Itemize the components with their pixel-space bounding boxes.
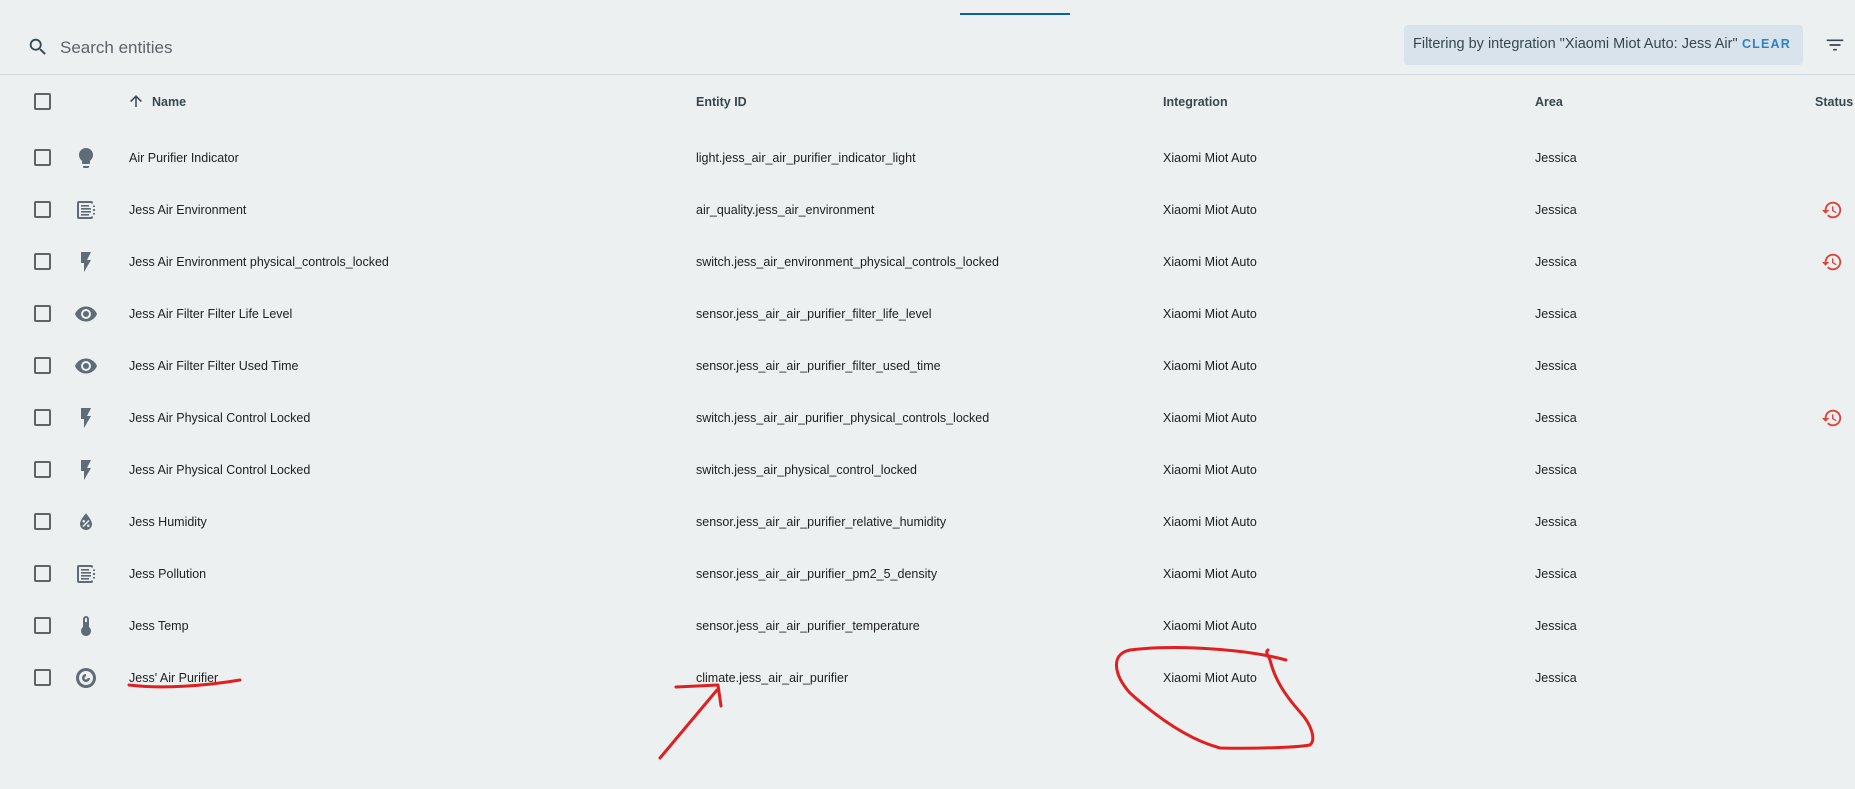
entity-id: switch.jess_air_physical_control_locked [696, 463, 917, 477]
entity-name: Jess Air Environment physical_controls_l… [129, 255, 389, 269]
entity-id: sensor.jess_air_air_purifier_pm2_5_densi… [696, 567, 938, 581]
eye-icon [75, 358, 97, 374]
clear-filter-button[interactable]: CLEAR [1742, 37, 1791, 51]
entity-integration: Xiaomi Miot Auto [1163, 359, 1257, 373]
entity-area: Jessica [1535, 255, 1577, 269]
table-row[interactable]: Jess Air Physical Control Locked switch.j… [0, 392, 1855, 444]
entity-integration: Xiaomi Miot Auto [1163, 671, 1257, 685]
entity-id: sensor.jess_air_air_purifier_temperature [696, 619, 920, 633]
flash-icon [81, 408, 91, 428]
column-header-status[interactable]: Status [1815, 95, 1853, 109]
entity-name: Jess Temp [129, 619, 189, 633]
row-checkbox[interactable] [34, 669, 51, 686]
row-checkbox[interactable] [34, 409, 51, 426]
entity-area: Jessica [1535, 307, 1577, 321]
table-row[interactable]: Jess Air Filter Filter Life Level sensor.… [0, 288, 1855, 340]
entity-area: Jessica [1535, 671, 1577, 685]
table-row[interactable]: Jess Air Environment air_quality.jess_air… [0, 184, 1855, 236]
entity-integration: Xiaomi Miot Auto [1163, 151, 1257, 165]
entity-id: sensor.jess_air_air_purifier_filter_used… [696, 359, 941, 373]
thermometer-icon [81, 616, 91, 636]
row-checkbox[interactable] [34, 565, 51, 582]
entity-name: Jess Air Environment [129, 203, 247, 217]
header-divider [0, 74, 1855, 75]
entity-area: Jessica [1535, 359, 1577, 373]
entity-area: Jessica [1535, 515, 1577, 529]
flash-icon [81, 460, 91, 480]
integration-filter-chip: Filtering by integration "Xiaomi Miot Au… [1404, 25, 1803, 65]
table-row[interactable]: Jess' Air Purifier climate.jess_air_air_p… [0, 652, 1855, 704]
entity-integration: Xiaomi Miot Auto [1163, 567, 1257, 581]
entity-name: Jess Air Filter Filter Used Time [129, 359, 299, 373]
entity-integration: Xiaomi Miot Auto [1163, 203, 1257, 217]
air-filter-icon [77, 565, 95, 583]
table-row[interactable]: Jess Air Environment physical_controls_l… [0, 236, 1855, 288]
air-filter-icon [77, 201, 95, 219]
column-header-entity-id[interactable]: Entity ID [696, 95, 747, 109]
entity-name: Jess' Air Purifier [129, 671, 219, 685]
restore-alert-icon [1821, 253, 1842, 271]
air-purifier-icon [76, 668, 96, 688]
restore-alert-icon [1821, 409, 1842, 427]
entity-id: sensor.jess_air_air_purifier_filter_life… [696, 307, 932, 321]
arrow-up-icon[interactable] [127, 91, 145, 111]
entity-name: Jess Air Filter Filter Life Level [129, 307, 293, 321]
row-checkbox[interactable] [34, 253, 51, 270]
entity-area: Jessica [1535, 567, 1577, 581]
entity-area: Jessica [1535, 411, 1577, 425]
row-checkbox[interactable] [34, 617, 51, 634]
active-tab-indicator [960, 13, 1070, 15]
water-percent-icon [80, 513, 92, 530]
filter-description: Filtering by integration "Xiaomi Miot Au… [1413, 36, 1738, 52]
column-header-name[interactable]: Name [152, 95, 186, 109]
table-row[interactable]: Jess Air Physical Control Locked switch.j… [0, 444, 1855, 496]
table-row[interactable]: Air Purifier Indicator light.jess_air_air… [0, 132, 1855, 184]
entity-integration: Xiaomi Miot Auto [1163, 515, 1257, 529]
select-all-checkbox[interactable] [34, 93, 51, 110]
table-row[interactable]: Jess Pollution sensor.jess_air_air_purifi… [0, 548, 1855, 600]
entity-id: switch.jess_air_environment_physical_con… [696, 255, 999, 269]
row-checkbox[interactable] [34, 149, 51, 166]
entity-id: switch.jess_air_air_purifier_physical_co… [696, 411, 990, 425]
row-checkbox[interactable] [34, 357, 51, 374]
entity-area: Jessica [1535, 203, 1577, 217]
row-checkbox[interactable] [34, 305, 51, 322]
row-checkbox[interactable] [34, 513, 51, 530]
entity-name: Jess Humidity [129, 515, 207, 529]
search-input[interactable] [58, 31, 662, 65]
entity-name: Jess Pollution [129, 567, 207, 581]
table-row[interactable]: Jess Temp sensor.jess_air_air_purifier_te… [0, 600, 1855, 652]
row-checkbox[interactable] [34, 201, 51, 218]
restore-alert-icon [1821, 201, 1842, 219]
search-icon [29, 38, 46, 55]
table-row[interactable]: Jess Air Filter Filter Used Time sensor.j… [0, 340, 1855, 392]
entity-id: sensor.jess_air_air_purifier_relative_hu… [696, 515, 947, 529]
column-header-integration[interactable]: Integration [1163, 95, 1228, 109]
entity-area: Jessica [1535, 151, 1577, 165]
entity-name: Air Purifier Indicator [129, 151, 239, 165]
entity-area: Jessica [1535, 619, 1577, 633]
entity-name: Jess Air Physical Control Locked [129, 411, 311, 425]
entity-integration: Xiaomi Miot Auto [1163, 307, 1257, 321]
entity-id: light.jess_air_air_purifier_indicator_li… [696, 151, 916, 165]
entity-id: air_quality.jess_air_environment [696, 203, 875, 217]
column-header-area[interactable]: Area [1535, 95, 1563, 109]
entity-id: climate.jess_air_air_purifier [696, 671, 849, 685]
filter-menu-icon[interactable] [1824, 34, 1846, 56]
search-bar: Filtering by integration "Xiaomi Miot Au… [0, 16, 1855, 74]
entity-integration: Xiaomi Miot Auto [1163, 619, 1257, 633]
flash-icon [81, 252, 91, 272]
lightbulb-icon [79, 148, 93, 168]
entity-integration: Xiaomi Miot Auto [1163, 255, 1257, 269]
entity-name: Jess Air Physical Control Locked [129, 463, 311, 477]
entity-area: Jessica [1535, 463, 1577, 477]
row-checkbox[interactable] [34, 461, 51, 478]
entity-integration: Xiaomi Miot Auto [1163, 411, 1257, 425]
entity-integration: Xiaomi Miot Auto [1163, 463, 1257, 477]
eye-icon [75, 306, 97, 322]
table-header: Name Entity ID Integration Area Status [0, 78, 1855, 126]
table-row[interactable]: Jess Humidity sensor.jess_air_air_purifie… [0, 496, 1855, 548]
